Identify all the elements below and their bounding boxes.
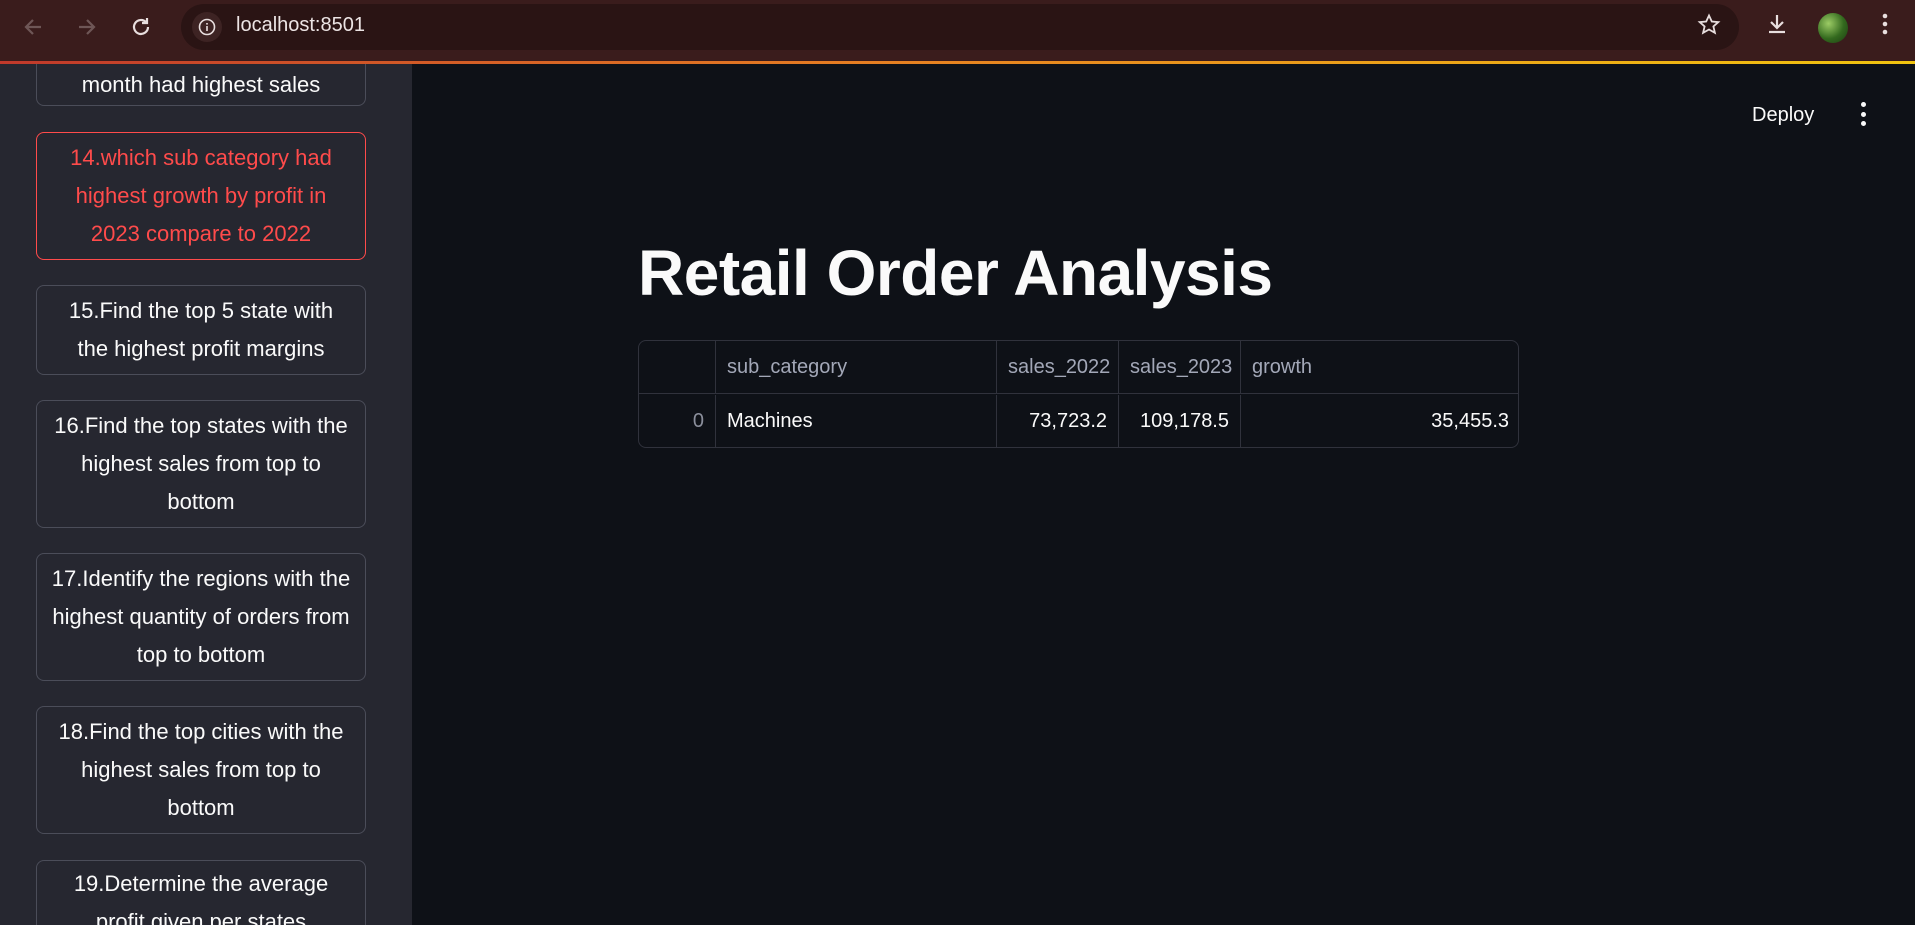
sidebar-button-19[interactable]: 19.Determine the average profit given pe… [36, 860, 366, 925]
column-header-index[interactable] [639, 341, 716, 394]
sidebar-button-18[interactable]: 18.Find the top cities with the highest … [36, 706, 366, 834]
dataframe[interactable]: sub_category sales_2022 sales_2023 growt… [638, 340, 1519, 448]
profile-avatar[interactable] [1818, 13, 1848, 43]
sidebar-button-13[interactable]: month had highest sales [36, 64, 366, 106]
url-text[interactable]: localhost:8501 [236, 14, 365, 37]
column-header[interactable]: sales_2022 [997, 341, 1119, 394]
forward-arrow-icon[interactable] [72, 12, 102, 42]
page-title: Retail Order Analysis [638, 237, 1273, 309]
browser-toolbar: localhost:8501 [0, 0, 1915, 62]
column-header[interactable]: sales_2023 [1119, 341, 1241, 394]
deploy-button[interactable]: Deploy [1752, 104, 1814, 127]
download-icon[interactable] [1765, 12, 1789, 42]
sidebar-button-16[interactable]: 16.Find the top states with the highest … [36, 400, 366, 528]
site-info-icon[interactable] [192, 12, 222, 42]
sidebar-button-14[interactable]: 14.which sub category had highest growth… [36, 132, 366, 260]
sidebar-button-15[interactable]: 15.Find the top 5 state with the highest… [36, 285, 366, 375]
bookmark-star-icon[interactable] [1697, 13, 1721, 43]
reload-icon[interactable] [126, 12, 156, 42]
browser-menu-icon[interactable] [1880, 12, 1890, 42]
column-header[interactable]: growth [1241, 341, 1518, 394]
row-index-cell[interactable]: 0 [639, 395, 716, 447]
table-cell[interactable]: 109,178.5 [1119, 395, 1241, 447]
address-bar[interactable]: localhost:8501 [181, 4, 1739, 50]
app-menu-icon[interactable] [1858, 102, 1868, 126]
table-header-row: sub_category sales_2022 sales_2023 growt… [639, 341, 1518, 394]
table-cell[interactable]: 73,723.2 [997, 395, 1119, 447]
back-arrow-icon[interactable] [18, 12, 48, 42]
table-row: 0 Machines 73,723.2 109,178.5 35,455.3 [639, 395, 1518, 447]
sidebar-button-17[interactable]: 17.Identify the regions with the highest… [36, 553, 366, 681]
sidebar: month had highest sales 14.which sub cat… [0, 64, 412, 925]
column-header[interactable]: sub_category [716, 341, 997, 394]
table-cell[interactable]: Machines [716, 395, 997, 447]
table-cell[interactable]: 35,455.3 [1241, 395, 1518, 447]
